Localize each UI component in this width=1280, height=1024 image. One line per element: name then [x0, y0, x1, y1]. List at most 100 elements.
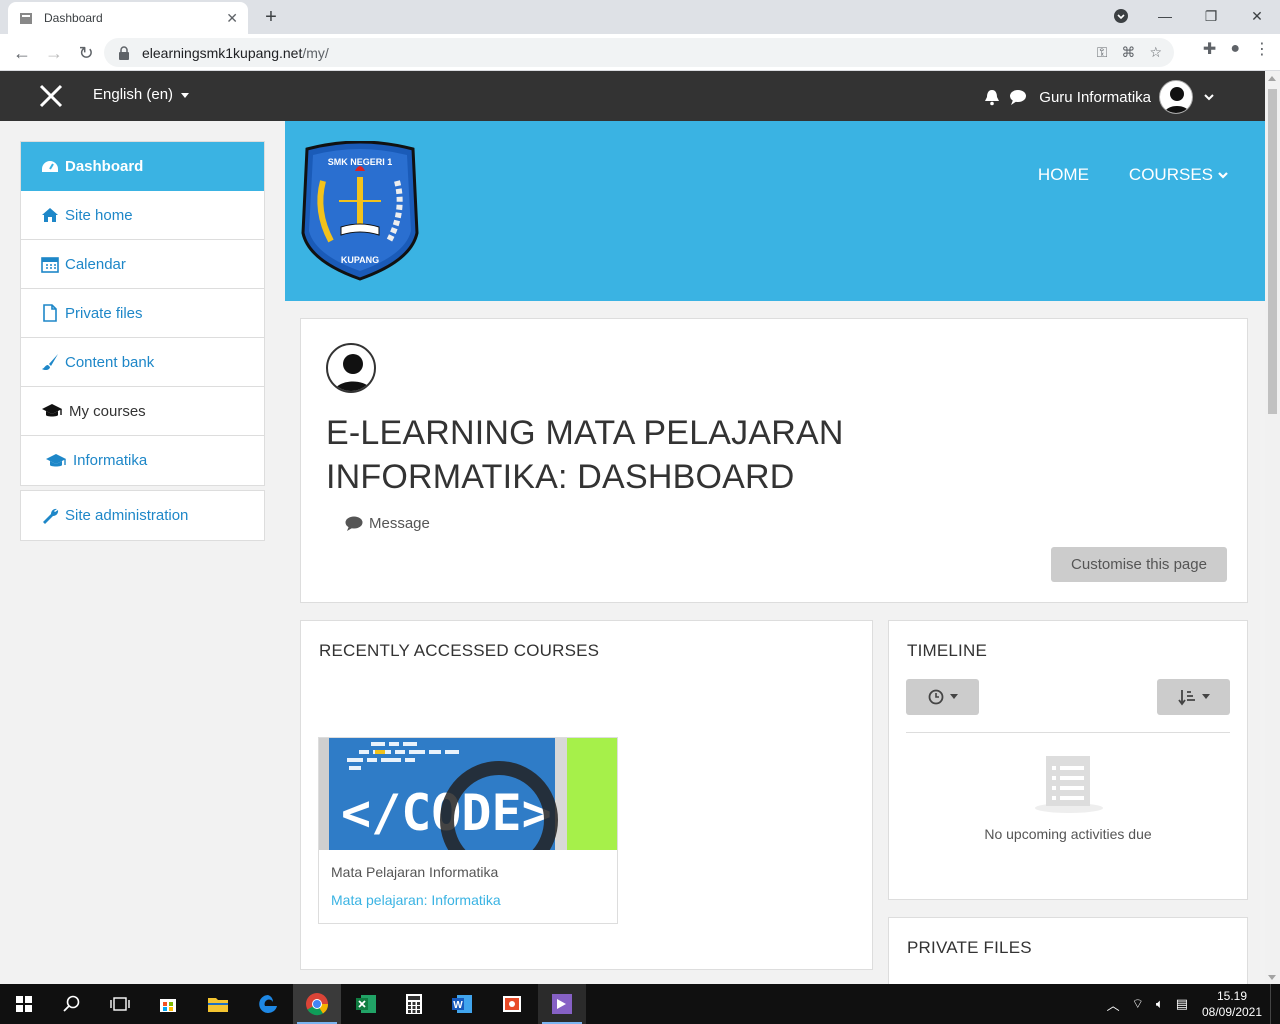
tab-close-icon[interactable]: ✕	[226, 10, 238, 27]
sidebar-item-label: Calendar	[65, 255, 126, 273]
file-explorer-icon[interactable]	[194, 984, 242, 1024]
taskbar-clock[interactable]: 15.19 08/09/2021	[1194, 988, 1270, 1020]
logo-text-bottom: KUPANG	[341, 255, 379, 265]
chevron-up-icon[interactable]: ︿	[1107, 995, 1120, 1014]
page-scrollbar[interactable]	[1265, 71, 1280, 984]
timeline-empty-message: No upcoming activities due	[984, 826, 1152, 842]
sidebar-item-label: Site home	[65, 206, 133, 224]
minimize-icon[interactable]: —	[1142, 0, 1188, 32]
customise-page-button[interactable]: Customise this page	[1051, 547, 1227, 582]
sidebar-item-calendar[interactable]: Calendar	[21, 240, 264, 289]
bell-icon[interactable]	[983, 88, 1001, 106]
sidebar-item-my-courses[interactable]: My courses	[21, 387, 264, 436]
sort-icon	[1177, 690, 1195, 706]
nav-drawer-main: Dashboard Site home Calendar Private fil…	[20, 141, 265, 486]
sidebar-item-label: Informatika	[73, 452, 148, 469]
wifi-icon[interactable]: ⌔	[1132, 996, 1144, 1012]
key-icon[interactable]: ⚿	[1097, 44, 1108, 61]
presentation-app-icon[interactable]	[488, 984, 536, 1024]
chat-icon[interactable]	[1009, 88, 1027, 106]
clock-icon	[928, 689, 943, 705]
translate-icon[interactable]: ⌘	[1121, 44, 1135, 61]
visual-studio-icon[interactable]	[538, 984, 586, 1024]
window-close-icon[interactable]: ✕	[1234, 0, 1280, 32]
timeline-sort-button[interactable]	[1157, 679, 1230, 715]
show-desktop-button[interactable]	[1270, 984, 1280, 1024]
edge-icon[interactable]	[244, 984, 292, 1024]
page-title: E-LEARNING MATA PELAJARAN INFORMATIKA: D…	[326, 414, 844, 496]
address-bar: ← → ↻ elearningsmk1kupang.net/my/ ⚿ ⌘ ☆ …	[0, 34, 1280, 71]
task-view-icon[interactable]	[96, 984, 144, 1024]
back-icon[interactable]: ←	[8, 39, 36, 67]
sidebar-item-private-files[interactable]: Private files	[21, 289, 264, 338]
extensions-icon[interactable]: ✚	[1203, 39, 1216, 59]
message-link[interactable]: Message	[345, 515, 430, 532]
menu-dots-icon[interactable]: ⋮	[1254, 39, 1270, 59]
browser-tab[interactable]: Dashboard ✕	[8, 2, 248, 34]
profile-dropdown-icon[interactable]	[1098, 0, 1144, 32]
caret-down-icon	[1201, 694, 1210, 699]
scroll-thumb[interactable]	[1268, 89, 1277, 414]
file-icon	[41, 304, 59, 322]
dashboard-icon	[41, 158, 59, 176]
course-image[interactable]: </CODE>	[319, 738, 617, 850]
timeline-filter-button[interactable]	[906, 679, 979, 715]
volume-icon[interactable]: 🔈︎	[1156, 996, 1164, 1012]
nav-drawer-admin: Site administration	[20, 490, 265, 541]
url-field[interactable]: elearningsmk1kupang.net/my/ ⚿ ⌘ ☆	[104, 38, 1174, 67]
user-name[interactable]: Guru Informatika	[1039, 89, 1151, 106]
chevron-down-icon[interactable]	[1203, 91, 1215, 103]
forward-icon[interactable]: →	[40, 39, 68, 67]
sidebar-item-informatika[interactable]: Informatika	[21, 436, 264, 485]
wrench-icon	[41, 507, 59, 525]
nav-home-link[interactable]: HOME	[1038, 165, 1089, 185]
recent-courses-block: RECENTLY ACCESSED COURSES </CODE> Mata P…	[300, 620, 873, 970]
calculator-icon[interactable]	[390, 984, 438, 1024]
block-title: RECENTLY ACCESSED COURSES	[319, 641, 600, 660]
reload-icon[interactable]: ↻	[72, 39, 100, 67]
user-avatar[interactable]	[326, 343, 376, 393]
clock-date: 08/09/2021	[1201, 1005, 1263, 1019]
site-header-banner: SMK NEGERI 1 KUPANG HOME COURSES	[285, 121, 1265, 301]
nav-drawer: Dashboard Site home Calendar Private fil…	[20, 141, 265, 541]
sidebar-item-site-administration[interactable]: Site administration	[21, 491, 264, 540]
url-path: /my/	[302, 44, 329, 61]
sidebar-item-site-home[interactable]: Site home	[21, 191, 264, 240]
chevron-down-icon	[1218, 172, 1228, 179]
page-header: E-LEARNING MATA PELAJARAN INFORMATIKA: D…	[300, 318, 1248, 603]
school-logo[interactable]: SMK NEGERI 1 KUPANG	[301, 141, 419, 281]
avatar[interactable]	[1159, 80, 1193, 114]
lock-icon	[119, 45, 129, 60]
course-link[interactable]: Mata pelajaran: Informatika	[331, 892, 501, 908]
scroll-up-icon[interactable]	[1268, 76, 1276, 81]
system-tray: ︿ ⌔ 🔈︎ ▤ 15.19 08/09/2021	[1101, 984, 1280, 1024]
excel-icon[interactable]	[342, 984, 390, 1024]
sidebar-item-label: Site administration	[65, 507, 189, 524]
moodle-favicon-icon	[20, 13, 32, 24]
search-icon[interactable]	[48, 984, 96, 1024]
message-label: Message	[369, 515, 430, 532]
windows-start-icon[interactable]	[0, 984, 48, 1024]
caret-down-icon	[181, 92, 190, 98]
sidebar-item-dashboard[interactable]: Dashboard	[21, 142, 264, 191]
maximize-icon[interactable]: ❐	[1188, 0, 1234, 32]
bookmark-star-icon[interactable]: ☆	[1149, 44, 1162, 61]
course-card[interactable]: </CODE> Mata Pelajaran Informatika Mata …	[318, 737, 618, 924]
new-tab-icon[interactable]: +	[258, 4, 284, 30]
language-label: English (en)	[93, 86, 174, 103]
sidebar-item-label: My courses	[69, 402, 146, 420]
graduation-cap-icon	[41, 402, 63, 420]
nav-courses-menu[interactable]: COURSES	[1129, 165, 1229, 185]
notification-icon[interactable]: ▤	[1176, 996, 1188, 1012]
profile-icon[interactable]: ●	[1230, 40, 1240, 58]
clock-time: 15.19	[1216, 989, 1248, 1003]
chrome-icon[interactable]	[293, 984, 341, 1024]
store-icon[interactable]	[144, 984, 192, 1024]
browser-tabstrip: Dashboard ✕ + — ❐ ✕	[0, 0, 1280, 34]
language-menu[interactable]: English (en)	[93, 86, 190, 103]
scroll-down-icon[interactable]	[1268, 975, 1276, 980]
sidebar-item-content-bank[interactable]: Content bank	[21, 338, 264, 387]
close-drawer-icon[interactable]	[38, 83, 64, 109]
nav-courses-label: COURSES	[1128, 165, 1213, 184]
word-icon[interactable]: W	[438, 984, 486, 1024]
